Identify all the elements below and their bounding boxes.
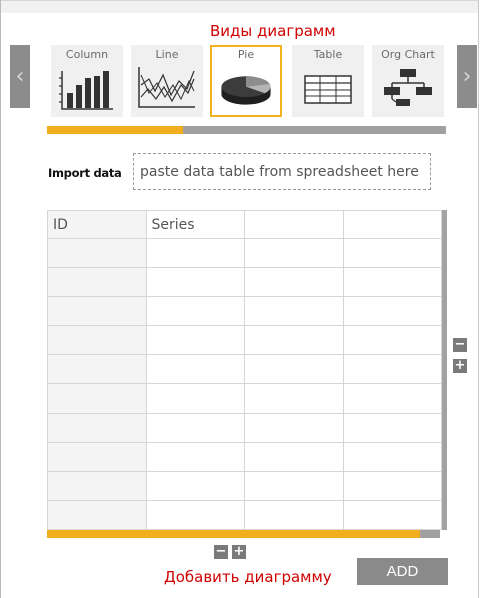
- table-cell[interactable]: [145, 441, 245, 472]
- table-cell[interactable]: [244, 354, 344, 385]
- chart-type-org-chart[interactable]: Org Chart: [372, 45, 444, 117]
- data-table: ID Series: [47, 210, 442, 531]
- column-chart-icon: [59, 71, 113, 110]
- add-chart-caption: Добавить диаграмму: [164, 568, 332, 586]
- table-cell[interactable]: [145, 412, 245, 443]
- table-cell[interactable]: [342, 325, 442, 356]
- table-row: [47, 412, 442, 443]
- column-header-id[interactable]: ID: [47, 210, 147, 239]
- table-cell[interactable]: [145, 296, 245, 327]
- table-cell[interactable]: [342, 296, 442, 327]
- chart-type-table[interactable]: Table: [292, 45, 364, 117]
- line-chart-icon: [138, 67, 195, 108]
- window-left-border: [0, 0, 1, 598]
- table-cell[interactable]: [244, 325, 344, 356]
- table-cell[interactable]: [244, 441, 344, 472]
- chevron-right-icon: ›: [462, 64, 472, 89]
- table-cell[interactable]: [244, 499, 344, 531]
- table-cell[interactable]: [145, 267, 245, 298]
- chart-type-pie[interactable]: Pie: [210, 45, 282, 117]
- column-header[interactable]: [342, 210, 442, 239]
- table-row: [47, 267, 442, 298]
- table-cell[interactable]: [47, 412, 147, 443]
- column-header-series[interactable]: Series: [145, 210, 245, 239]
- table-cell[interactable]: [342, 354, 442, 385]
- table-cell[interactable]: [342, 237, 442, 269]
- org-chart-icon: [384, 69, 432, 106]
- table-cell[interactable]: [244, 237, 344, 269]
- carousel-scroll-track[interactable]: [47, 126, 446, 134]
- table-row: [47, 325, 442, 356]
- pie-chart-icon: [221, 76, 271, 105]
- table-cell[interactable]: [145, 470, 245, 501]
- table-row: [47, 499, 442, 531]
- carousel-prev-button[interactable]: ‹: [10, 45, 30, 108]
- chart-type-line[interactable]: Line: [131, 45, 203, 117]
- add-button[interactable]: ADD: [357, 558, 448, 585]
- table-cell[interactable]: [145, 325, 245, 356]
- table-row: [47, 383, 442, 414]
- table-cell[interactable]: [244, 267, 344, 298]
- table-cell[interactable]: [47, 237, 147, 269]
- table-horizontal-scroll-thumb[interactable]: [47, 530, 421, 538]
- table-cell[interactable]: [244, 470, 344, 501]
- table-row: [47, 470, 442, 501]
- table-cell[interactable]: [145, 499, 245, 531]
- table-cell[interactable]: [47, 296, 147, 327]
- table-cell[interactable]: [47, 325, 147, 356]
- chart-types-caption: Виды диаграмм: [210, 22, 336, 40]
- carousel-scroll-thumb[interactable]: [47, 126, 183, 134]
- carousel-next-button[interactable]: ›: [457, 45, 477, 108]
- remove-row-button[interactable]: −: [214, 545, 228, 559]
- table-row: [47, 354, 442, 385]
- window-right-border: [478, 0, 479, 598]
- table-cell[interactable]: [47, 470, 147, 501]
- table-cell[interactable]: [145, 237, 245, 269]
- import-data-input[interactable]: [133, 153, 431, 190]
- table-cell[interactable]: [47, 383, 147, 414]
- add-row-button[interactable]: +: [232, 545, 246, 559]
- table-cell[interactable]: [342, 383, 442, 414]
- table-cell[interactable]: [342, 267, 442, 298]
- table-cell[interactable]: [342, 499, 442, 531]
- window-top-band: [1, 1, 478, 13]
- table-cell[interactable]: [342, 470, 442, 501]
- add-column-button[interactable]: +: [453, 359, 467, 373]
- remove-column-button[interactable]: −: [453, 338, 467, 352]
- table-cell[interactable]: [342, 412, 442, 443]
- table-horizontal-scroll-track[interactable]: [47, 530, 440, 538]
- table-row: [47, 296, 442, 327]
- table-cell[interactable]: [244, 412, 344, 443]
- chart-type-column[interactable]: Column: [51, 45, 123, 117]
- chevron-left-icon: ‹: [15, 64, 25, 89]
- column-header[interactable]: [244, 210, 344, 239]
- import-data-label: Import data: [48, 166, 122, 180]
- table-row: [47, 441, 442, 472]
- table-cell[interactable]: [47, 441, 147, 472]
- table-row: [47, 237, 442, 269]
- table-cell[interactable]: [47, 354, 147, 385]
- table-cell[interactable]: [342, 441, 442, 472]
- table-chart-icon: [304, 75, 352, 104]
- table-header-row: ID Series: [47, 210, 442, 239]
- table-cell[interactable]: [244, 296, 344, 327]
- table-cell[interactable]: [145, 354, 245, 385]
- table-vertical-scrollbar[interactable]: [442, 210, 447, 530]
- table-cell[interactable]: [244, 383, 344, 414]
- table-cell[interactable]: [145, 383, 245, 414]
- table-cell[interactable]: [47, 499, 147, 531]
- table-cell[interactable]: [47, 267, 147, 298]
